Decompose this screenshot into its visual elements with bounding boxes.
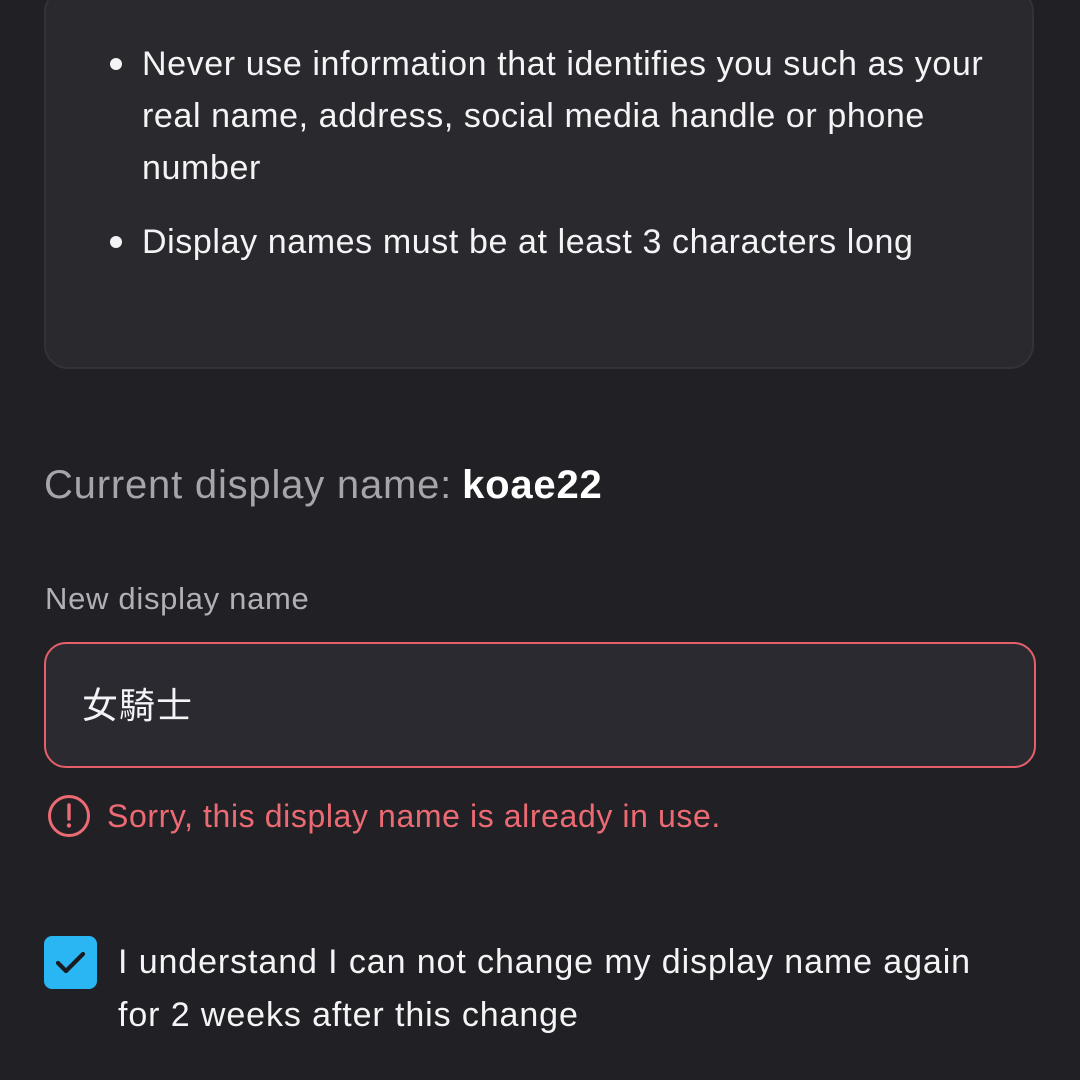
current-display-name-value: koae22 — [462, 463, 603, 507]
new-display-name-label: New display name — [45, 581, 310, 616]
alert-circle-icon — [48, 795, 90, 837]
bullet-icon — [110, 58, 122, 70]
rule-text: Display names must be at least 3 charact… — [142, 223, 914, 261]
consent-label[interactable]: I understand I can not change my display… — [118, 936, 1018, 1042]
new-display-name-value: 女騎士 — [82, 685, 194, 726]
rule-item: Never use information that identifies yo… — [110, 38, 1002, 194]
consent-checkbox[interactable] — [44, 936, 97, 989]
rules-card: Never use information that identifies yo… — [44, 0, 1034, 369]
current-display-name-label: Current display name: — [44, 463, 453, 507]
new-display-name-input[interactable]: 女騎士 — [44, 642, 1036, 768]
checkmark-icon — [55, 951, 86, 974]
error-message: Sorry, this display name is already in u… — [47, 794, 721, 838]
bullet-icon — [110, 236, 122, 248]
display-name-settings: Never use information that identifies yo… — [0, 0, 1080, 1080]
current-display-name: Current display name: koae22 — [44, 457, 603, 513]
rule-item: Display names must be at least 3 charact… — [110, 216, 1002, 268]
rule-text: Never use information that identifies yo… — [142, 45, 984, 187]
error-text: Sorry, this display name is already in u… — [107, 798, 721, 834]
rules-list: Never use information that identifies yo… — [110, 38, 1002, 290]
